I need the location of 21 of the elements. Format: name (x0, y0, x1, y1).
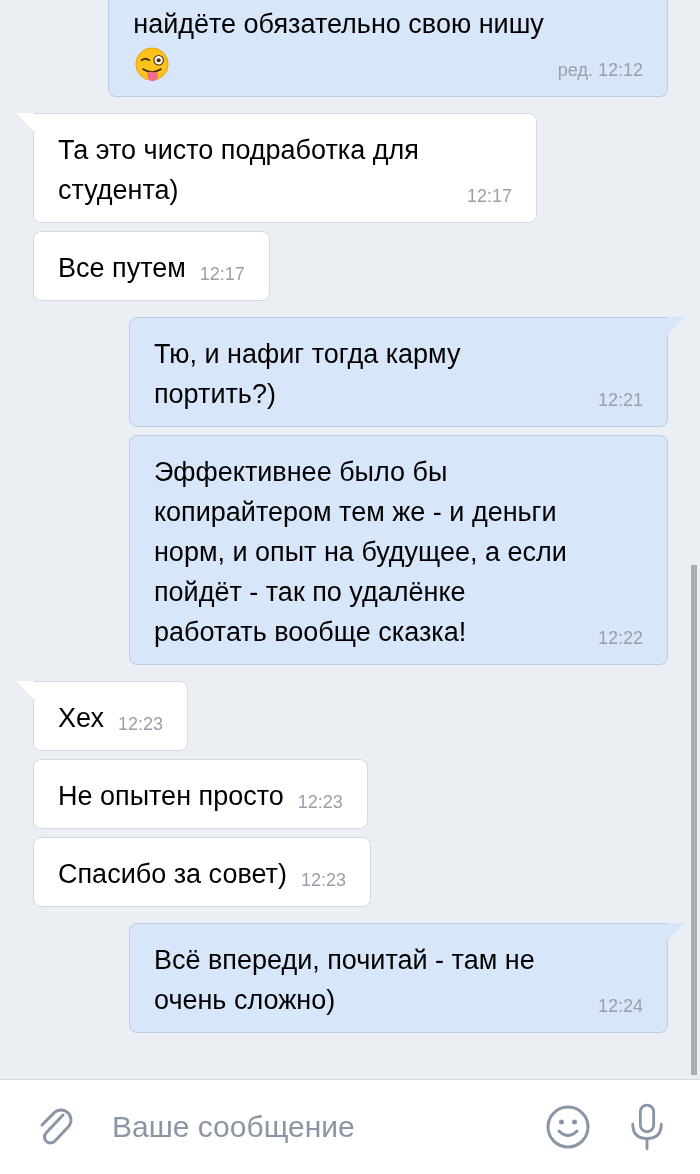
message-time: 12:22 (597, 627, 643, 650)
message-time: 12:17 (199, 263, 245, 286)
message-time: 12:23 (117, 713, 163, 736)
message-text: Всё впереди, почитай - там не очень сложно) (153, 944, 536, 1017)
message-text: Спасибо за совет) (58, 858, 287, 891)
message-text: Тю, и нафиг тогда карму портить?) (153, 338, 462, 411)
message-text: Хех (58, 702, 104, 735)
smiley-icon[interactable] (546, 1105, 590, 1149)
scrollbar[interactable] (691, 565, 697, 1075)
message-text: Не опытен просто (58, 780, 284, 813)
message-text: Все путем (58, 252, 186, 285)
message-time: ред. 12:12 (557, 59, 643, 82)
microphone-icon[interactable] (628, 1103, 666, 1151)
message-time: 12:23 (297, 791, 343, 814)
message-text: найдёте обязательно свою нишу (133, 8, 544, 41)
message-time: 12:24 (597, 995, 643, 1018)
message-time: 12:23 (300, 869, 346, 892)
message-time: 12:21 (597, 389, 643, 412)
message-time: 12:17 (467, 185, 513, 208)
message-text: Та это чисто подработка для студента) (58, 134, 420, 207)
message-text: Эффективнее было бы копирайтером тем же - и деньги норм, и опыт на будущее, а если пойдёт - так по удалёнке работать вообще сказка! (153, 456, 568, 649)
